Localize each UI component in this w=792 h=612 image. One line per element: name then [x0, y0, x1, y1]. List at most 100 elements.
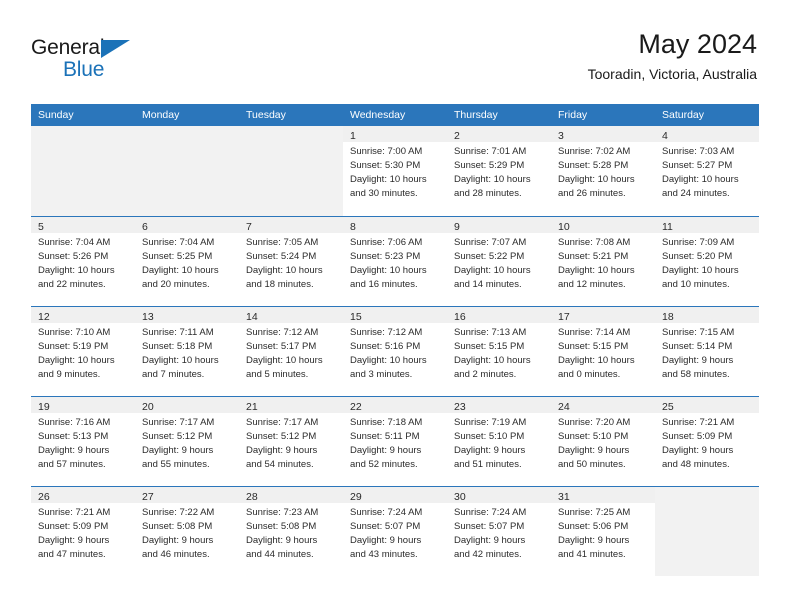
day-details: Sunrise: 7:24 AM Sunset: 5:07 PM Daylight:… [343, 503, 447, 562]
day-detail-line: Sunrise: 7:16 AM [38, 417, 111, 428]
day-detail-line: and 7 minutes. [142, 369, 205, 380]
day-detail-line: Sunrise: 7:09 AM [662, 237, 735, 248]
day-cell-12[interactable]: 12 Sunrise: 7:10 AM Sunset: 5:19 PM Dayligh… [31, 307, 135, 396]
day-detail-line: and 5 minutes. [246, 369, 309, 380]
day-cell-9[interactable]: 9 Sunrise: 7:07 AM Sunset: 5:22 PM Daylight… [447, 217, 551, 306]
day-detail-line: and 2 minutes. [454, 369, 517, 380]
day-detail-line: Sunrise: 7:12 AM [246, 327, 319, 338]
day-details: Sunrise: 7:04 AM Sunset: 5:26 PM Daylight:… [31, 233, 135, 292]
day-detail-line: and 12 minutes. [558, 279, 626, 290]
day-details: Sunrise: 7:15 AM Sunset: 5:14 PM Daylight:… [655, 323, 759, 382]
day-detail-line: Sunrise: 7:19 AM [454, 417, 527, 428]
day-number-band: 27 [135, 487, 239, 503]
day-cell-16[interactable]: 16 Sunrise: 7:13 AM Sunset: 5:15 PM Dayligh… [447, 307, 551, 396]
day-detail-line: Sunset: 5:18 PM [142, 341, 213, 352]
day-cell-20[interactable]: 20 Sunrise: 7:17 AM Sunset: 5:12 PM Dayligh… [135, 397, 239, 486]
day-number-band: 15 [343, 307, 447, 323]
week-row: 1 Sunrise: 7:00 AM Sunset: 5:30 PM Daylight… [31, 126, 759, 216]
day-detail-line: Daylight: 9 hours [38, 535, 110, 546]
day-number: 25 [662, 401, 674, 413]
day-detail-line: Daylight: 9 hours [350, 535, 422, 546]
weekday-header-row: Sunday Monday Tuesday Wednesday Thursday Frid… [31, 104, 759, 126]
day-detail-line: Sunset: 5:24 PM [246, 251, 317, 262]
day-detail-line: Sunset: 5:30 PM [350, 160, 421, 171]
day-details: Sunrise: 7:07 AM Sunset: 5:22 PM Daylight:… [447, 233, 551, 292]
day-detail-line: Sunrise: 7:08 AM [558, 237, 631, 248]
day-detail-line: Sunset: 5:19 PM [38, 341, 109, 352]
day-detail-line: Daylight: 10 hours [454, 355, 531, 366]
day-cell-1[interactable]: 1 Sunrise: 7:00 AM Sunset: 5:30 PM Daylight… [343, 126, 447, 216]
day-detail-line: Sunrise: 7:24 AM [350, 507, 423, 518]
day-cell-27[interactable]: 27 Sunrise: 7:22 AM Sunset: 5:08 PM Dayligh… [135, 487, 239, 576]
day-detail-line: Daylight: 9 hours [246, 535, 318, 546]
day-detail-line: and 44 minutes. [246, 549, 314, 560]
day-detail-line: Sunset: 5:13 PM [38, 431, 109, 442]
day-number: 1 [350, 130, 356, 142]
day-detail-line: Sunset: 5:09 PM [38, 521, 109, 532]
day-number: 21 [246, 401, 258, 413]
day-cell-22[interactable]: 22 Sunrise: 7:18 AM Sunset: 5:11 PM Dayligh… [343, 397, 447, 486]
day-cell-2[interactable]: 2 Sunrise: 7:01 AM Sunset: 5:29 PM Daylight… [447, 126, 551, 216]
day-detail-line: and 14 minutes. [454, 279, 522, 290]
day-cell-29[interactable]: 29 Sunrise: 7:24 AM Sunset: 5:07 PM Dayligh… [343, 487, 447, 576]
day-detail-line: Sunset: 5:15 PM [454, 341, 525, 352]
day-cell-7[interactable]: 7 Sunrise: 7:05 AM Sunset: 5:24 PM Daylight… [239, 217, 343, 306]
day-details: Sunrise: 7:12 AM Sunset: 5:17 PM Daylight:… [239, 323, 343, 382]
day-cell-13[interactable]: 13 Sunrise: 7:11 AM Sunset: 5:18 PM Dayligh… [135, 307, 239, 396]
weekday-header-wednesday: Wednesday [350, 109, 406, 121]
day-cell-25[interactable]: 25 Sunrise: 7:21 AM Sunset: 5:09 PM Dayligh… [655, 397, 759, 486]
day-detail-line: Sunrise: 7:14 AM [558, 327, 631, 338]
day-cell-6[interactable]: 6 Sunrise: 7:04 AM Sunset: 5:25 PM Daylight… [135, 217, 239, 306]
week-row: 12 Sunrise: 7:10 AM Sunset: 5:19 PM Dayligh… [31, 306, 759, 396]
day-cell-14[interactable]: 14 Sunrise: 7:12 AM Sunset: 5:17 PM Dayligh… [239, 307, 343, 396]
day-number: 13 [142, 311, 154, 323]
day-cell-8[interactable]: 8 Sunrise: 7:06 AM Sunset: 5:23 PM Daylight… [343, 217, 447, 306]
day-cell-10[interactable]: 10 Sunrise: 7:08 AM Sunset: 5:21 PM Dayligh… [551, 217, 655, 306]
day-number: 31 [558, 491, 570, 503]
day-cell-4[interactable]: 4 Sunrise: 7:03 AM Sunset: 5:27 PM Daylight… [655, 126, 759, 216]
day-detail-line: Sunrise: 7:15 AM [662, 327, 735, 338]
day-detail-line: Sunset: 5:08 PM [142, 521, 213, 532]
day-details: Sunrise: 7:16 AM Sunset: 5:13 PM Daylight:… [31, 413, 135, 472]
day-detail-line: and 18 minutes. [246, 279, 314, 290]
day-detail-line: Sunrise: 7:25 AM [558, 507, 631, 518]
day-details: Sunrise: 7:18 AM Sunset: 5:11 PM Daylight:… [343, 413, 447, 472]
day-number: 22 [350, 401, 362, 413]
day-cell-21[interactable]: 21 Sunrise: 7:17 AM Sunset: 5:12 PM Dayligh… [239, 397, 343, 486]
day-detail-line: Daylight: 9 hours [454, 535, 526, 546]
day-cell-5[interactable]: 5 Sunrise: 7:04 AM Sunset: 5:26 PM Daylight… [31, 217, 135, 306]
day-cell-31[interactable]: 31 Sunrise: 7:25 AM Sunset: 5:06 PM Dayligh… [551, 487, 655, 576]
day-cell-18[interactable]: 18 Sunrise: 7:15 AM Sunset: 5:14 PM Dayligh… [655, 307, 759, 396]
day-number-band: 7 [239, 217, 343, 233]
day-detail-line: Daylight: 10 hours [350, 174, 427, 185]
day-detail-line: and 20 minutes. [142, 279, 210, 290]
day-cell-23[interactable]: 23 Sunrise: 7:19 AM Sunset: 5:10 PM Dayligh… [447, 397, 551, 486]
weekday-header-tuesday: Tuesday [246, 109, 286, 121]
page-header: General Blue May 2024 Tooradin, Victoria… [0, 0, 792, 104]
day-cell-11[interactable]: 11 Sunrise: 7:09 AM Sunset: 5:20 PM Dayligh… [655, 217, 759, 306]
day-cell-17[interactable]: 17 Sunrise: 7:14 AM Sunset: 5:15 PM Dayligh… [551, 307, 655, 396]
day-detail-line: Daylight: 10 hours [246, 265, 323, 276]
day-detail-line: Sunset: 5:10 PM [454, 431, 525, 442]
day-number-band: 30 [447, 487, 551, 503]
day-cell-28[interactable]: 28 Sunrise: 7:23 AM Sunset: 5:08 PM Dayligh… [239, 487, 343, 576]
day-number: 11 [662, 221, 673, 233]
general-blue-logo: General Blue [31, 36, 161, 84]
day-number: 7 [246, 221, 252, 233]
day-cell-19[interactable]: 19 Sunrise: 7:16 AM Sunset: 5:13 PM Dayligh… [31, 397, 135, 486]
day-detail-line: and 9 minutes. [38, 369, 101, 380]
day-detail-line: Sunrise: 7:17 AM [142, 417, 215, 428]
day-number-band: 12 [31, 307, 135, 323]
day-detail-line: Daylight: 10 hours [454, 174, 531, 185]
day-number: 8 [350, 221, 356, 233]
day-number-band: 5 [31, 217, 135, 233]
day-detail-line: Sunset: 5:22 PM [454, 251, 525, 262]
day-cell-30[interactable]: 30 Sunrise: 7:24 AM Sunset: 5:07 PM Dayligh… [447, 487, 551, 576]
day-detail-line: Daylight: 9 hours [246, 445, 318, 456]
week-row: 5 Sunrise: 7:04 AM Sunset: 5:26 PM Daylight… [31, 216, 759, 306]
day-cell-26[interactable]: 26 Sunrise: 7:21 AM Sunset: 5:09 PM Dayligh… [31, 487, 135, 576]
day-cell-15[interactable]: 15 Sunrise: 7:12 AM Sunset: 5:16 PM Dayligh… [343, 307, 447, 396]
day-cell-24[interactable]: 24 Sunrise: 7:20 AM Sunset: 5:10 PM Dayligh… [551, 397, 655, 486]
day-cell-3[interactable]: 3 Sunrise: 7:02 AM Sunset: 5:28 PM Daylight… [551, 126, 655, 216]
day-detail-line: Daylight: 10 hours [558, 265, 635, 276]
